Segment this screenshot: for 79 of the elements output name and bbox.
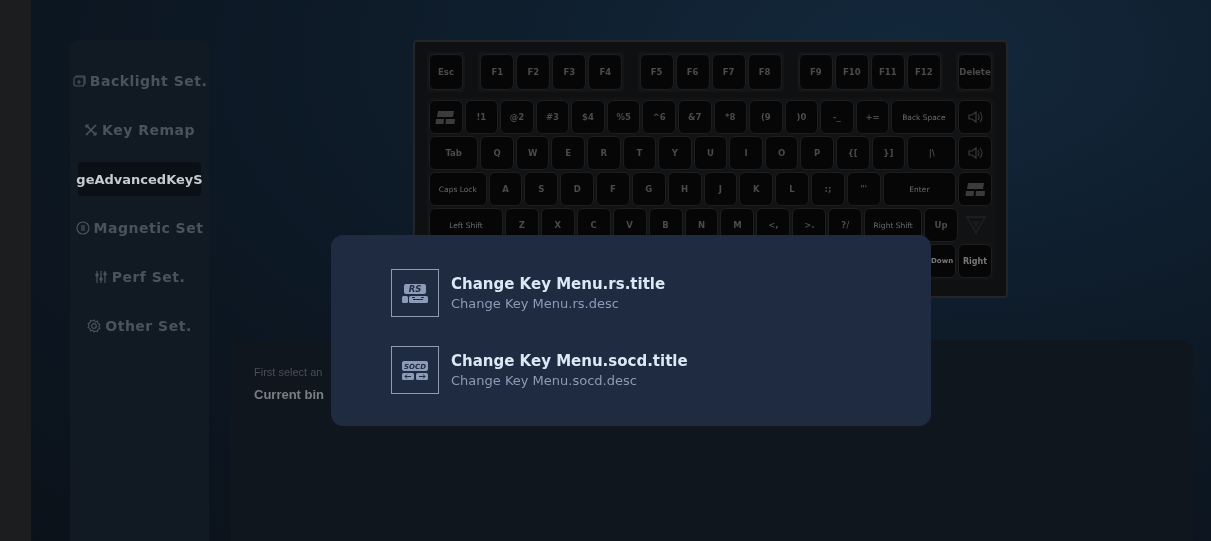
keyboard-key[interactable]: P: [800, 136, 834, 170]
speaker-icon: [967, 145, 984, 161]
keyboard-key[interactable]: O: [764, 136, 799, 170]
keyboard-key[interactable]: )0: [784, 100, 819, 134]
keyboard-key[interactable]: F11: [870, 54, 905, 90]
keyboard-key[interactable]: [958, 100, 992, 134]
keyboard-key[interactable]: ^6: [642, 100, 676, 134]
keyboard-key[interactable]: F4: [588, 54, 623, 90]
keyboard-key[interactable]: F12: [906, 54, 941, 90]
keyboard-key[interactable]: F: [596, 172, 630, 206]
keyboard-key[interactable]: F1: [480, 54, 515, 90]
keyboard-key[interactable]: F7: [711, 54, 746, 90]
keyboard-key[interactable]: $4: [571, 100, 605, 134]
keyboard-key[interactable]: E: [551, 136, 586, 170]
keyboard-key[interactable]: +=: [855, 100, 890, 134]
keyboard-key[interactable]: (9: [749, 100, 783, 134]
keyboard-key[interactable]: "': [846, 172, 881, 206]
keyboard-key[interactable]: F3: [552, 54, 587, 90]
keyboard-key[interactable]: T: [622, 136, 657, 170]
keyboard-key[interactable]: K: [739, 172, 774, 206]
keyboard-key[interactable]: [958, 136, 992, 170]
keyboard-key[interactable]: #3: [535, 100, 570, 134]
settings-icon: [87, 319, 102, 333]
keyboard-key[interactable]: !1: [464, 100, 499, 134]
keyboard-key[interactable]: Up: [924, 208, 959, 242]
binding-label: Current bin: [254, 387, 325, 402]
keyboard-key[interactable]: |\: [907, 136, 957, 170]
sidebar-item[interactable]: Perf Set.: [93, 260, 186, 294]
keycap-icon: RS: [391, 269, 439, 317]
sidebar-item[interactable]: Key Remap: [84, 113, 195, 147]
keyboard-key[interactable]: {[: [835, 136, 870, 170]
keyboard-key[interactable]: Esc: [429, 54, 463, 90]
keyboard-key[interactable]: U: [693, 136, 728, 170]
keyboard-key[interactable]: F8: [747, 54, 782, 90]
keyboard-key[interactable]: F6: [675, 54, 710, 90]
keyboard-key[interactable]: H: [667, 172, 702, 206]
keyboard-key[interactable]: [958, 172, 992, 206]
square-icon: [71, 74, 86, 88]
keyboard-key[interactable]: Delete: [958, 54, 992, 90]
option-description: Change Key Menu.rs.desc: [451, 296, 620, 311]
keyboard-key[interactable]: [429, 100, 463, 134]
keyboard-key[interactable]: Y: [658, 136, 692, 170]
keyboard-key[interactable]: Q: [480, 136, 514, 170]
keyboard-key[interactable]: J: [703, 172, 738, 206]
keyboard-key[interactable]: F2: [516, 54, 551, 90]
option-title: Change Key Menu.socd.title: [451, 352, 688, 370]
hint-text: First select an: [254, 366, 323, 378]
sidebar-item[interactable]: Backlight Set.: [71, 64, 208, 98]
keyboard-key[interactable]: A: [488, 172, 523, 206]
keyboard-key[interactable]: W: [515, 136, 550, 170]
keyboard-key[interactable]: Tab: [429, 136, 479, 170]
sidebar-item[interactable]: Other Set.: [87, 309, 192, 343]
keyboard-key[interactable]: &7: [677, 100, 712, 134]
keyboard-key[interactable]: -_: [820, 100, 854, 134]
keyboard-key[interactable]: }]: [871, 136, 906, 170]
keyboard-logo-icon: [435, 109, 457, 125]
keyboard-key[interactable]: L: [775, 172, 809, 206]
keyboard-key[interactable]: F10: [834, 54, 869, 90]
keyboard-key[interactable]: F9: [798, 54, 833, 90]
keyboard-key[interactable]: S: [524, 172, 559, 206]
option-description: Change Key Menu.socd.desc: [451, 373, 638, 388]
keyboard-key[interactable]: :;: [811, 172, 845, 206]
keyboard-key[interactable]: %5: [606, 100, 641, 134]
keyboard-key[interactable]: I: [729, 136, 763, 170]
keyboard-key[interactable]: Right: [957, 244, 992, 278]
menu-option[interactable]: RS Change Key Menu.rs.title Change Key Menu.rs.desc: [391, 269, 666, 317]
keyboard-key[interactable]: F5: [639, 54, 674, 90]
keyboard-logo-icon: [964, 181, 986, 197]
keyboard-key[interactable]: G: [631, 172, 666, 206]
sidebar-item[interactable]: geAdvancedKeyS: [78, 162, 201, 196]
sliders-icon: [93, 270, 108, 284]
option-title: Change Key Menu.rs.title: [451, 275, 666, 293]
keyboard-key[interactable]: @2: [500, 100, 534, 134]
speaker-icon: [967, 109, 984, 125]
keyboard-key[interactable]: *8: [713, 100, 748, 134]
keyboard-key[interactable]: D: [560, 172, 595, 206]
cross-arrows-icon: [84, 123, 99, 137]
sidebar-item[interactable]: Magnetic Set: [75, 211, 204, 245]
keyboard-key[interactable]: R: [587, 136, 621, 170]
